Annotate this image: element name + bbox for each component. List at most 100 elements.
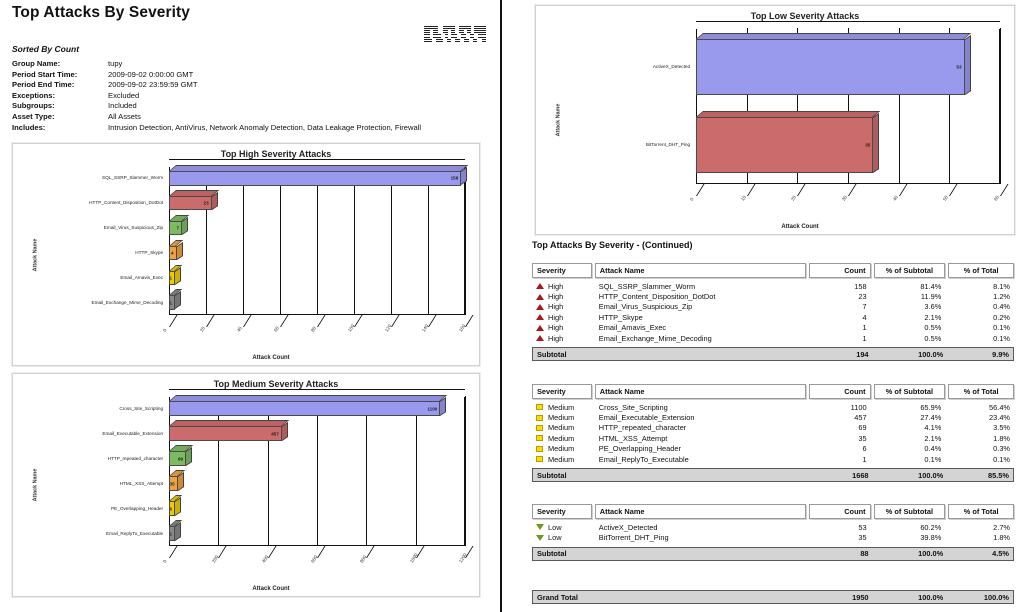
column-header-of-total[interactable]: % of Total [948,263,1014,278]
chart-category-label: HTML_XSS_Attempt [119,480,164,486]
column-header-severity[interactable]: Severity [532,384,592,399]
chart-ylabel-low: Attack Name [555,103,562,137]
subtotal-row: Subtotal 1668 100.0% 85.5% [532,468,1014,483]
chart-tick-label: 800 [359,554,368,564]
chart-bar-value: 35 [865,142,871,148]
table-row[interactable]: High Email_Virus_Suspicious_Zip 7 3.6% 0.4% [532,302,1014,312]
chart-category-label: HTTP_Content_Disposition_DotDot [89,200,164,206]
column-header-attack-name[interactable]: Attack Name [594,263,806,278]
column-header-count[interactable]: Count [808,384,871,399]
column-header-of-total[interactable]: % of Total [948,504,1014,519]
severity-label: High [548,312,564,322]
chart-ylabel-high: Attack Name [32,238,39,271]
chart-gridline [464,166,466,315]
chart-title-low: Top Low Severity Attacks [750,11,860,21]
severity-cell: Low [532,533,592,542]
count-cell: 158 [854,281,867,291]
severity-label: High [548,302,564,312]
pct-total-cell: 1.8% [993,433,1011,443]
chart-bar: 1 [169,520,183,541]
metadata-value: Included [108,101,137,111]
table-body: High SQL_SSRP_Slammer_Worm 158 81.4% 8.1% Hig… [532,281,1014,343]
table-row[interactable]: Low BitTorrent_DHT_Ping 35 39.8% 1.8% [532,532,1014,542]
grand-total-pct-subtotal: 100.0% [918,592,944,602]
severity-label: High [548,333,564,343]
pct-subtotal-cell: 60.2% [920,522,942,532]
square-yellow-icon [536,434,544,442]
chart-category-label: PE_Overlapping_Header [110,505,164,511]
pct-total-cell: 1.2% [993,292,1011,302]
table-row[interactable]: Medium Email_ReplyTo_Executable 1 0.1% 0.1% [532,454,1014,464]
subtotal-pct-subtotal: 100.0% [918,549,944,559]
attack-name-cell: Email_Amavis_Exec [598,323,667,333]
chart-bar-value: 7 [176,225,180,231]
chart-gridline [206,166,208,315]
column-header-count[interactable]: Count [808,263,871,278]
square-yellow-icon [536,445,544,453]
pct-total-cell: 0.1% [993,323,1011,333]
pct-subtotal-cell: 0.5% [924,333,942,343]
attack-name-cell: Email_Virus_Suspicious_Zip [598,302,693,312]
chart-tick-label: 0 [162,327,168,333]
severity-cell: High [532,313,592,322]
table-row[interactable]: High SQL_SSRP_Slammer_Worm 158 81.4% 8.1% [532,281,1014,291]
column-header-severity[interactable]: Severity [532,504,592,519]
chart-bar-value: 158 [450,175,459,181]
grand-total-row: Grand Total 1950 100.0% 100.0% [532,590,1014,604]
chart-bar: 53 [696,32,972,96]
column-header-severity[interactable]: Severity [532,263,592,278]
chart-bar: 4 [169,239,184,261]
column-header-count[interactable]: Count [808,504,871,519]
column-header-attack-name[interactable]: Attack Name [594,384,806,399]
severity-cell: Medium [532,413,592,422]
chart-bar-side [964,34,971,96]
attack-name-cell: HTTP_Skype [598,312,643,322]
chart-category-label: Email_ReplyTo_Executable [106,530,164,536]
column-header-of-subtotal[interactable]: % of Subtotal [873,384,946,399]
attack-name-cell: HTTP_Content_Disposition_DotDot [598,292,716,302]
column-header-attack-name[interactable]: Attack Name [594,504,806,519]
table-row[interactable]: Medium Cross_Site_Scripting 1100 65.9% 56.4% [532,402,1014,412]
chart-bar-value: 1 [169,275,173,281]
pct-subtotal-cell: 2.1% [924,312,942,322]
chart-tick-label: 0 [689,196,695,202]
subtotal-pct-total: 4.5% [992,549,1009,559]
subtotal-count: 88 [860,549,869,559]
severity-cell: High [532,302,592,311]
severity-cell: High [532,334,592,343]
pct-total-cell: 0.4% [993,302,1011,312]
count-cell: 457 [854,413,867,423]
severity-table-high: Severity Attack Name Count% of Subtotal% o… [532,263,1014,362]
table-row[interactable]: Medium HTML_XSS_Attempt 35 2.1% 1.8% [532,433,1014,443]
table-row[interactable]: High Email_Exchange_Mime_Decoding 1 0.5% 0.1… [532,333,1014,343]
table-row[interactable]: High Email_Amavis_Exec 1 0.5% 0.1% [532,323,1014,333]
triangle-up-red-icon [536,293,544,301]
chart-tick-label: 40 [236,325,244,333]
pct-total-cell: 0.2% [993,312,1011,322]
count-cell: 53 [858,522,867,532]
table-row[interactable]: Medium PE_Overlapping_Header 6 0.4% 0.3% [532,444,1014,454]
subtotal-row: Subtotal 88 100.0% 4.5% [532,546,1014,561]
severity-label: Medium [548,413,575,423]
table-header-row: Severity Attack Name Count% of Subtotal% o… [532,504,1014,519]
column-header-of-subtotal[interactable]: % of Subtotal [873,504,946,519]
grand-total-table: Grand Total 1950 100.0% 100.0% [532,586,1014,604]
table-row[interactable]: Medium HTTP_repeated_character 69 4.1% 3.5% [532,423,1014,433]
chart-gridline [366,396,368,546]
table-row[interactable]: Medium Email_Executable_Extension 457 27.4%… [532,412,1014,422]
table-row[interactable]: Low ActiveX_Detected 53 60.2% 2.7% [532,522,1014,532]
severity-cell: Medium [532,403,592,412]
chart-plot-high: 0 20 40 60 80 100 120 140 160 SQL_SSRP_Slammer_Wo… [89,159,474,333]
severity-cell: High [532,292,592,301]
table-row[interactable]: High HTTP_Content_Disposition_DotDot 23 11.… [532,291,1014,301]
count-cell: 1 [862,323,867,333]
column-header-of-total[interactable]: % of Total [948,384,1014,399]
pct-total-cell: 1.8% [993,533,1011,543]
chart-bar-value: 457 [271,431,279,436]
square-yellow-icon [536,424,544,432]
chart-category-label: Cross_Site_Scripting [119,405,164,411]
chart-ylabel-medium: Attack Name [32,468,39,502]
column-header-of-subtotal[interactable]: % of Subtotal [873,263,946,278]
pct-total-cell: 2.7% [993,522,1011,532]
table-row[interactable]: High HTTP_Skype 4 2.1% 0.2% [532,312,1014,322]
